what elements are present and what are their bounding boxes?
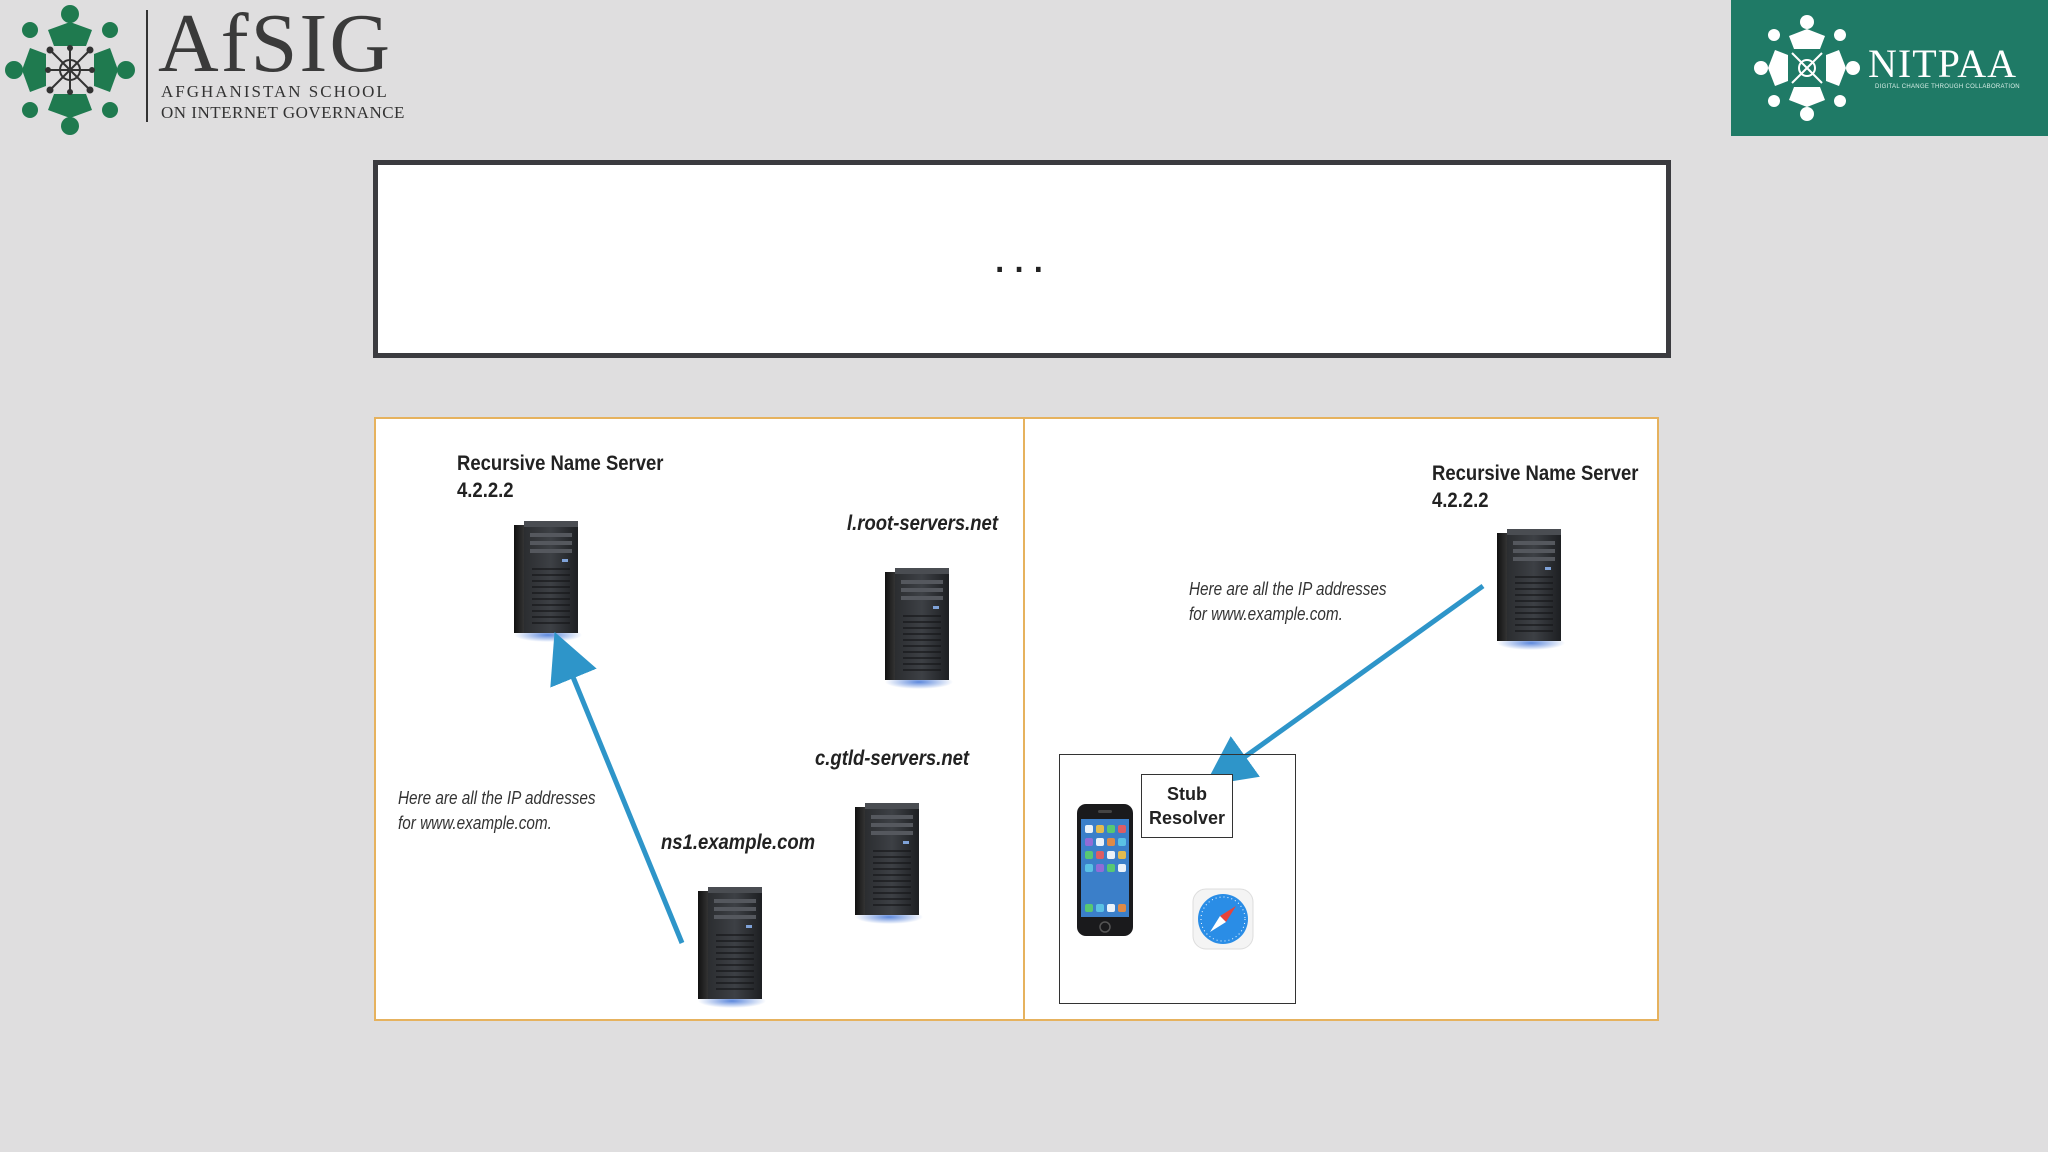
safari-browser-icon [1192, 888, 1254, 950]
afsig-wordmark: AfSIG [158, 0, 392, 90]
diagram-panel-left: Recursive Name Server 4.2.2.2 l.root-ser… [374, 417, 1025, 1021]
nitpaa-logo: NITPAA DIGITAL CHANGE THROUGH COLLABORAT… [1731, 0, 2048, 136]
stub-resolver-box: Stub Resolver [1141, 774, 1233, 838]
afsig-subtitle-line1: AFGHANISTAN SCHOOL [161, 82, 389, 101]
nitpaa-emblem-icon [1754, 15, 1860, 121]
afsig-logo: AfSIG AFGHANISTAN SCHOOL ON INTERNET GOV… [0, 0, 420, 140]
slide-title: ... [992, 230, 1051, 283]
left-response-arrow [550, 631, 685, 944]
afsig-subtitle-line2: ON INTERNET GOVERNANCE [161, 103, 405, 122]
nitpaa-wordmark: NITPAA [1868, 41, 2017, 86]
stub-resolver-label: Stub Resolver [1148, 784, 1226, 828]
afsig-emblem-icon [5, 5, 135, 135]
smartphone-icon [1077, 804, 1133, 936]
slide-title-box: ... [373, 160, 1671, 358]
diagram-panel-right: Recursive Name Server 4.2.2.2 Here are a… [1023, 417, 1659, 1021]
afsig-divider [146, 10, 148, 122]
nitpaa-tagline: DIGITAL CHANGE THROUGH COLLABORATION [1875, 84, 2020, 90]
